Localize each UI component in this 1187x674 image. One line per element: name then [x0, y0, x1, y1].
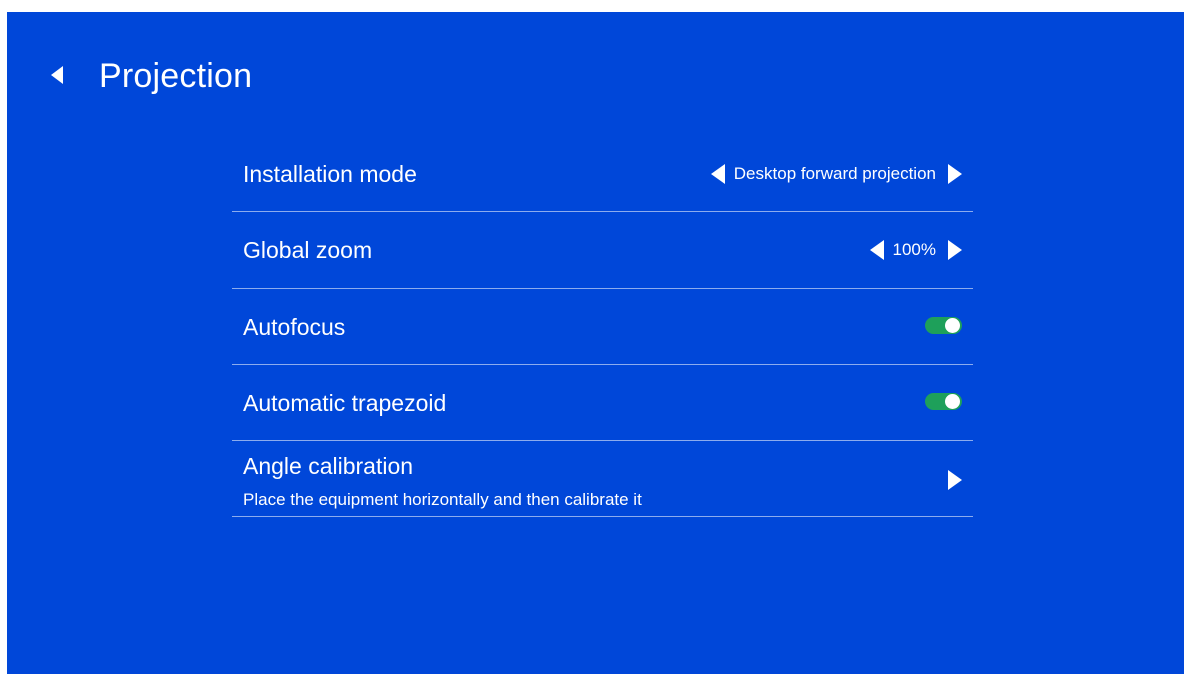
installation-mode-next-button[interactable] [946, 159, 964, 189]
angle-calibration-open-button[interactable] [946, 465, 964, 495]
arrow-right-icon [948, 240, 962, 260]
setting-global-zoom[interactable]: Global zoom 100% [232, 212, 973, 289]
toggle-knob [945, 318, 960, 333]
installation-mode-label: Installation mode [243, 161, 417, 187]
angle-calibration-label: Angle calibration [243, 453, 414, 479]
back-button[interactable] [45, 60, 71, 90]
automatic-trapezoid-label: Automatic trapezoid [243, 390, 447, 416]
setting-autofocus[interactable]: Autofocus [232, 289, 973, 365]
global-zoom-selector[interactable]: 100% [867, 235, 964, 265]
installation-mode-prev-button[interactable] [708, 159, 726, 189]
global-zoom-prev-button[interactable] [867, 235, 885, 265]
installation-mode-value: Desktop forward projection [733, 164, 936, 183]
projection-settings-screen: Projection Installation mode Desktop for… [7, 12, 1184, 674]
chevron-right-icon [948, 470, 962, 490]
setting-automatic-trapezoid[interactable]: Automatic trapezoid [232, 365, 973, 441]
angle-calibration-description: Place the equipment horizontally and the… [243, 490, 642, 509]
header: Projection [7, 12, 1184, 132]
global-zoom-next-button[interactable] [946, 235, 964, 265]
global-zoom-value: 100% [892, 240, 936, 259]
arrow-right-icon [948, 164, 962, 184]
global-zoom-label: Global zoom [243, 237, 373, 263]
page-title: Projection [99, 57, 253, 95]
setting-installation-mode[interactable]: Installation mode Desktop forward projec… [232, 136, 973, 212]
automatic-trapezoid-toggle[interactable] [925, 393, 962, 410]
autofocus-toggle[interactable] [925, 317, 962, 334]
arrow-left-icon [869, 240, 884, 260]
autofocus-label: Autofocus [243, 314, 346, 340]
back-arrow-icon [51, 66, 63, 84]
toggle-knob [945, 394, 960, 409]
setting-angle-calibration[interactable]: Angle calibration Place the equipment ho… [232, 441, 973, 517]
arrow-left-icon [710, 164, 725, 184]
installation-mode-selector[interactable]: Desktop forward projection [708, 159, 964, 189]
settings-list: Installation mode Desktop forward projec… [232, 136, 973, 517]
